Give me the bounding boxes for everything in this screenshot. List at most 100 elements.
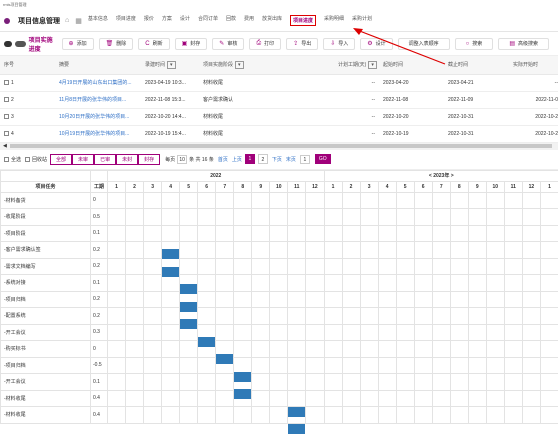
row-checkbox[interactable]: [4, 130, 9, 136]
toolbar-button-3[interactable]: ▣ 封存: [174, 37, 208, 50]
table-row[interactable]: 1 4月19日开展的山东出口集团的... 2023-04-19 10:3... 材料收…: [0, 74, 558, 92]
scroll-thumb[interactable]: [9, 144, 552, 148]
nav-tab[interactable]: 方案: [162, 15, 172, 26]
table-row[interactable]: 3 10月20日开展的张华伟的项目... 2022-10-20 14:4... 材料收…: [0, 108, 558, 126]
gantt-bar[interactable]: [216, 354, 234, 364]
select-all-checkbox[interactable]: [4, 156, 9, 162]
gantt-task-row[interactable]: -客户需求确认签 0.2: [0, 241, 558, 259]
gantt-task-row[interactable]: -项目归档 0.2: [0, 290, 558, 308]
column-header[interactable]: 项目实施阶段 ▾: [199, 56, 334, 75]
nav-tab[interactable]: 基本信息: [88, 15, 108, 26]
gantt-bar[interactable]: [234, 389, 252, 399]
row-checkbox[interactable]: [4, 96, 9, 102]
gantt-task-row[interactable]: -材料收尾 0.4: [0, 406, 558, 424]
toolbar-button-4[interactable]: ✎ 审核: [212, 37, 245, 50]
column-filter-select[interactable]: ▾: [167, 60, 176, 69]
gantt-task-row[interactable]: -项目归档 -0.5: [0, 356, 558, 374]
page-number-button[interactable]: 1: [244, 154, 255, 164]
gantt-cell: [305, 323, 325, 341]
gantt-cell: [431, 373, 451, 391]
nav-tab[interactable]: 项目进度: [290, 15, 317, 26]
gantt-cell: [179, 389, 199, 407]
home-icon[interactable]: ⌂: [65, 17, 69, 24]
gantt-task-row[interactable]: -购买标书 0: [0, 340, 558, 358]
gantt-task-row[interactable]: -材料备货 0: [0, 191, 558, 209]
goto-page-input[interactable]: 1: [299, 154, 310, 164]
scroll-left-icon[interactable]: ◀: [3, 143, 7, 149]
gantt-bar[interactable]: [234, 371, 252, 382]
toolbar-button-1[interactable]: 🗑 删除: [98, 37, 134, 50]
nav-tab[interactable]: 报价: [144, 15, 154, 26]
menu-toggle[interactable]: [4, 40, 12, 47]
gantt-bar[interactable]: [162, 249, 180, 259]
state-filter-button[interactable]: 未封: [116, 153, 139, 165]
table-row[interactable]: 2 11月8日开展的张华伟的项目... 2022-11-08 15:3... 客户需求…: [0, 91, 558, 109]
gantt-year-right[interactable]: < 2023年 >: [323, 169, 558, 182]
toolbar-button-5[interactable]: ⎙ 打印: [249, 37, 282, 50]
state-filter-button[interactable]: 未审: [72, 153, 95, 165]
gantt-bar[interactable]: [180, 284, 198, 294]
toolbar-button-11[interactable]: ▤ 高级搜索: [498, 37, 549, 50]
nav-tab[interactable]: 采购明细: [324, 15, 344, 26]
nav-tab[interactable]: 放货出库: [262, 15, 282, 26]
gantt-task-row[interactable]: -项目阶段 0.1: [0, 224, 558, 242]
actual-start-cell: 2022-10-2: [509, 108, 558, 126]
nav-tab[interactable]: 回款: [226, 15, 236, 26]
column-header[interactable]: 序号: [0, 56, 55, 75]
table-row[interactable]: 4 10月19日开展的张华伟的项目... 2022-10-19 15:4... 材料收…: [0, 125, 558, 143]
prev-page-link[interactable]: 上页: [232, 156, 242, 163]
summary-link[interactable]: 11月8日开展的张华伟的项目...: [55, 91, 141, 109]
gantt-task-row[interactable]: -配置系统 0.2: [0, 307, 558, 325]
first-page-link[interactable]: 首页: [218, 156, 228, 163]
next-page-link[interactable]: 下页: [272, 156, 282, 163]
gantt-cell: [215, 224, 235, 242]
gantt-task-row[interactable]: -开工会议 0.3: [0, 323, 558, 341]
gantt-task-row[interactable]: -收尾阶段 0.5: [0, 208, 558, 226]
actual-start-cell: 2022-10-2: [509, 125, 558, 143]
nav-tab[interactable]: 设计: [180, 15, 190, 26]
summary-link[interactable]: 10月19日开展的张华伟的项目...: [55, 125, 141, 143]
state-filter-button[interactable]: 全部: [50, 153, 73, 165]
gantt-cell: [269, 290, 289, 308]
horizontal-scrollbar[interactable]: ◀: [0, 142, 558, 150]
last-page-link[interactable]: 末页: [286, 156, 296, 163]
column-header[interactable]: 录建时间 ▾: [141, 56, 199, 75]
recycle-checkbox[interactable]: [25, 156, 31, 162]
gantt-bar[interactable]: [198, 336, 216, 347]
column-header[interactable]: 实际开始时: [509, 56, 558, 75]
state-filter-button[interactable]: 封存: [138, 153, 161, 165]
gantt-cell: [287, 389, 307, 407]
switch-toggle[interactable]: [14, 40, 26, 47]
gantt-task-row[interactable]: -系统对接 0.1: [0, 274, 558, 292]
nav-tab[interactable]: 合同订单: [198, 15, 218, 26]
page-number-button[interactable]: 2: [257, 154, 268, 164]
summary-link[interactable]: 10月20日开展的张华伟的项目...: [55, 108, 141, 126]
gantt-cell: [323, 257, 343, 275]
grid-icon[interactable]: ▦: [75, 17, 82, 25]
column-header[interactable]: 摘要: [55, 56, 141, 75]
nav-tab[interactable]: 项目进度: [116, 15, 136, 26]
row-checkbox[interactable]: [4, 79, 9, 85]
toolbar-button-2[interactable]: C 刷新: [138, 37, 170, 50]
toolbar-button-0[interactable]: ⊕ 添加: [61, 37, 94, 50]
gantt-cell: [377, 274, 397, 292]
gantt-bar[interactable]: [162, 266, 180, 277]
go-button[interactable]: GO: [314, 154, 331, 164]
gantt-task-row[interactable]: -需求文档编写 0.2: [0, 257, 558, 275]
row-checkbox[interactable]: [4, 113, 9, 119]
state-filter-button[interactable]: 已审: [94, 153, 117, 165]
gantt-bar[interactable]: [180, 319, 198, 329]
gantt-task-row[interactable]: -开工会议 0.1: [0, 373, 558, 391]
gantt-cell: [467, 307, 487, 325]
gantt-bar[interactable]: [288, 424, 306, 434]
summary-link[interactable]: 4月19日开展的山东出口集团的...: [55, 74, 141, 92]
toolbar-button-6[interactable]: ⇪ 导出: [286, 37, 319, 50]
gantt-bar[interactable]: [180, 301, 198, 312]
gantt-task-row[interactable]: -材料收尾 0.4: [0, 389, 558, 407]
nav-tab[interactable]: 费用: [244, 15, 254, 26]
per-page-input[interactable]: 10: [177, 154, 188, 164]
column-filter-select[interactable]: ▾: [235, 60, 244, 69]
gantt-cell: [125, 208, 145, 226]
gantt-bar[interactable]: [288, 406, 306, 417]
toolbar-button-10[interactable]: ○ 搜索: [454, 37, 494, 50]
